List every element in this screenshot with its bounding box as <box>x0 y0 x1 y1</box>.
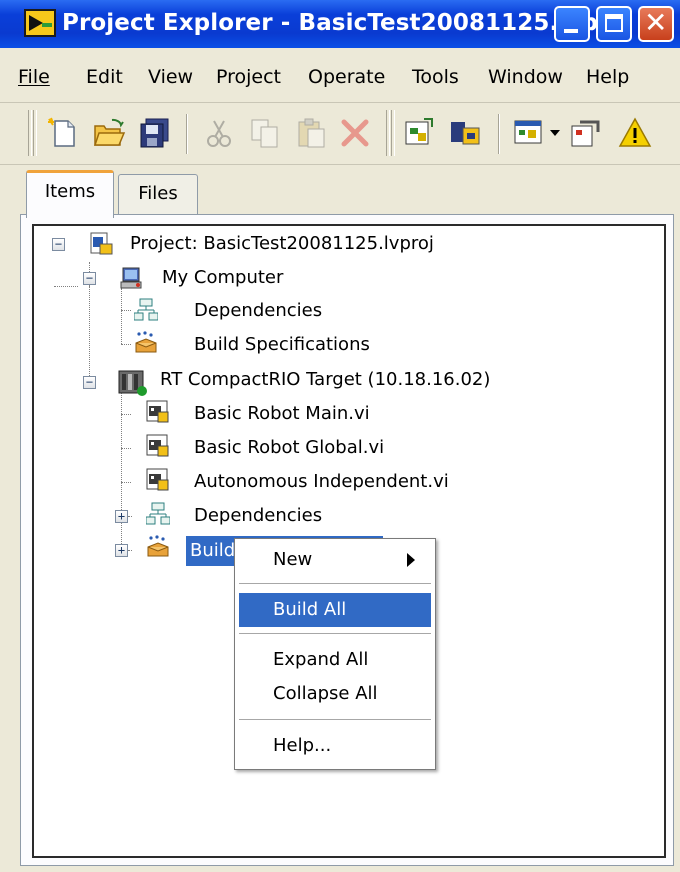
context-menu-expand-all[interactable]: Expand All <box>239 643 431 677</box>
context-menu-separator <box>239 633 431 634</box>
expander-rt-dependencies[interactable]: + <box>115 510 128 523</box>
properties-icon[interactable] <box>568 116 602 150</box>
menu-help[interactable]: Help <box>586 66 629 88</box>
copy-icon[interactable] <box>248 116 282 150</box>
tree-node-vi-global[interactable]: Basic Robot Global.vi <box>190 433 388 463</box>
tree-connector <box>121 310 131 311</box>
toolbar-separator <box>498 114 500 154</box>
project-explorer-window: Project Explorer - BasicTest20081125.lvp… <box>0 0 680 872</box>
tree-node-vi-autonomous[interactable]: Autonomous Independent.vi <box>190 467 453 497</box>
toolbar-grip[interactable] <box>391 110 395 156</box>
tree-connector <box>89 286 90 376</box>
dependencies-icon <box>146 502 170 525</box>
minimize-button[interactable] <box>554 6 590 42</box>
toolbar-grip[interactable] <box>28 110 32 156</box>
tree-node-project[interactable]: Project: BasicTest20081125.lvproj <box>126 229 438 259</box>
toolbar-separator <box>186 114 188 154</box>
tree-connector <box>121 482 131 483</box>
view-menu-icon[interactable] <box>512 116 546 150</box>
close-button[interactable]: ✕ <box>638 6 674 42</box>
tree-connector <box>128 550 132 551</box>
project-icon <box>90 232 113 255</box>
context-menu-help[interactable]: Help... <box>239 729 431 763</box>
menu-window[interactable]: Window <box>488 66 563 88</box>
deploy-icon[interactable] <box>448 116 482 150</box>
tree-connector <box>121 288 122 344</box>
tab-items[interactable]: Items <box>26 170 114 218</box>
build-icon[interactable] <box>402 116 436 150</box>
context-menu-collapse-all[interactable]: Collapse All <box>239 677 431 711</box>
tree-connector <box>121 392 122 548</box>
cut-icon[interactable] <box>202 116 236 150</box>
build-specifications-icon <box>147 535 169 557</box>
delete-icon[interactable] <box>338 116 372 150</box>
computer-icon <box>120 267 142 289</box>
menu-operate[interactable]: Operate <box>308 66 385 88</box>
tree-node-my-computer[interactable]: My Computer <box>158 263 287 293</box>
save-all-icon[interactable] <box>138 116 172 150</box>
expander-project[interactable]: − <box>52 238 65 251</box>
context-menu-separator <box>239 719 431 720</box>
context-menu-separator <box>239 583 431 584</box>
tree-connector <box>121 414 131 415</box>
build-specifications-icon <box>135 331 157 353</box>
vi-icon <box>146 468 169 491</box>
maximize-button[interactable] <box>596 6 632 42</box>
close-icon: ✕ <box>644 6 668 39</box>
tree-connector <box>54 286 78 287</box>
expander-my-computer[interactable]: − <box>83 272 96 285</box>
window-title: Project Explorer - BasicTest20081125.lvp… <box>62 10 633 36</box>
tree-node-mc-dependencies[interactable]: Dependencies <box>190 296 326 326</box>
menu-edit[interactable]: Edit <box>86 66 123 88</box>
title-bar[interactable]: Project Explorer - BasicTest20081125.lvp… <box>0 0 680 48</box>
dropdown-arrow-icon[interactable] <box>550 130 560 138</box>
compactrio-target-icon <box>118 370 147 396</box>
toolbar-grip[interactable] <box>386 110 390 156</box>
menu-tools[interactable]: Tools <box>412 66 459 88</box>
vi-icon <box>146 434 169 457</box>
context-menu: New Build All Expand All Collapse All He… <box>234 538 436 770</box>
tab-files[interactable]: Files <box>118 174 198 214</box>
menu-file[interactable]: File <box>18 66 50 88</box>
open-folder-icon[interactable] <box>92 116 126 150</box>
warning-icon[interactable] <box>618 116 652 150</box>
tree-node-vi-main[interactable]: Basic Robot Main.vi <box>190 399 374 429</box>
menu-view[interactable]: View <box>148 66 193 88</box>
menu-project[interactable]: Project <box>216 66 281 88</box>
tree-node-rt-dependencies[interactable]: Dependencies <box>190 501 326 531</box>
tree-connector <box>121 344 131 345</box>
tree-node-mc-build-specs[interactable]: Build Specifications <box>190 330 374 360</box>
new-file-icon[interactable] <box>46 116 80 150</box>
submenu-arrow-icon <box>407 553 415 567</box>
context-menu-new[interactable]: New <box>239 543 431 577</box>
dependencies-icon <box>134 298 158 321</box>
toolbar-grip[interactable] <box>33 110 37 156</box>
tree-connector <box>128 516 132 517</box>
paste-icon[interactable] <box>294 116 328 150</box>
tree-node-rt-target[interactable]: RT CompactRIO Target (10.18.16.02) <box>156 365 494 395</box>
expander-rt-target[interactable]: − <box>83 376 96 389</box>
menu-bar: File Edit View Project Operate Tools Win… <box>0 50 680 103</box>
context-menu-build-all[interactable]: Build All <box>239 593 431 627</box>
expander-rt-build-specs[interactable]: + <box>115 544 128 557</box>
labview-app-icon <box>24 9 56 37</box>
vi-icon <box>146 400 169 423</box>
tree-connector <box>121 448 131 449</box>
toolbar <box>0 104 680 165</box>
